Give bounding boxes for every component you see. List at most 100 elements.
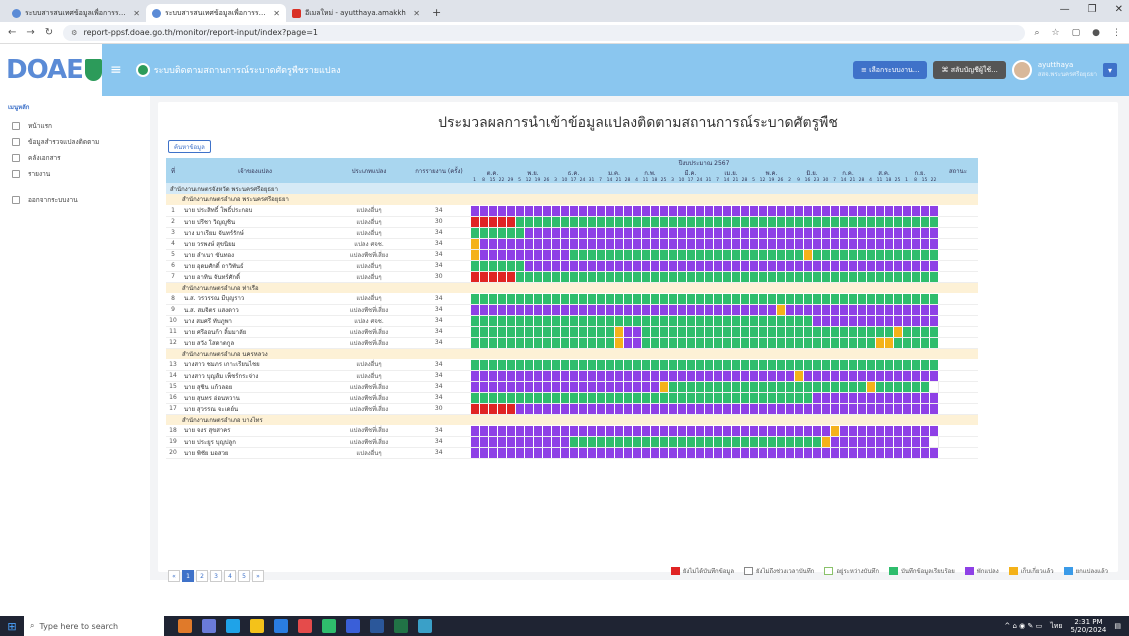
status-cell[interactable] [739, 380, 750, 393]
status-cell[interactable] [505, 446, 516, 459]
status-cell[interactable] [604, 369, 615, 382]
status-cell[interactable] [649, 215, 660, 228]
status-cell[interactable] [829, 204, 840, 217]
status-cell[interactable] [838, 391, 849, 404]
clock[interactable]: 2:31 PM 5/20/2024 [1070, 618, 1106, 634]
status-cell[interactable] [910, 435, 921, 448]
status-cell[interactable] [478, 402, 489, 415]
status-cell[interactable] [784, 303, 795, 316]
status-cell[interactable] [748, 248, 759, 261]
status-cell[interactable] [829, 446, 840, 459]
status-cell[interactable] [586, 380, 597, 393]
status-cell[interactable] [478, 226, 489, 239]
status-cell[interactable] [874, 226, 885, 239]
status-cell[interactable] [505, 314, 516, 327]
status-cell[interactable] [487, 270, 498, 283]
status-cell[interactable] [568, 215, 579, 228]
status-cell[interactable] [505, 259, 516, 272]
status-cell[interactable] [586, 292, 597, 305]
status-cell[interactable] [622, 336, 633, 349]
status-cell[interactable] [568, 380, 579, 393]
table-row[interactable]: 14 นางสาว บุญส้ม เพ็ชร์กระจ่าง แปลงอื่นๆ 34 [166, 369, 978, 382]
status-cell[interactable] [640, 391, 651, 404]
status-cell[interactable] [703, 380, 714, 393]
status-cell[interactable] [910, 336, 921, 349]
status-cell[interactable] [775, 226, 786, 239]
status-cell[interactable] [766, 226, 777, 239]
minimize-icon[interactable]: — [1060, 4, 1070, 15]
status-cell[interactable] [478, 215, 489, 228]
status-cell[interactable] [775, 369, 786, 382]
status-cell[interactable] [928, 215, 939, 228]
status-cell[interactable] [901, 358, 912, 371]
status-cell[interactable] [640, 325, 651, 338]
status-cell[interactable] [496, 292, 507, 305]
status-cell[interactable] [685, 204, 696, 217]
status-cell[interactable] [793, 402, 804, 415]
table-row[interactable]: 16 นาย สุนทร อ่อนหวาน แปลงพืชที่เสี่ยง 34 [166, 391, 978, 404]
status-cell[interactable] [712, 226, 723, 239]
status-cell[interactable] [793, 380, 804, 393]
status-cell[interactable] [793, 215, 804, 228]
status-cell[interactable] [766, 303, 777, 316]
status-cell[interactable] [595, 435, 606, 448]
status-cell[interactable] [676, 226, 687, 239]
status-cell[interactable] [811, 248, 822, 261]
status-cell[interactable] [883, 325, 894, 338]
table-row[interactable]: 2 นาย ปรีชา วิญญูชิน แปลงอื่นๆ 30 [166, 215, 978, 228]
status-cell[interactable] [703, 270, 714, 283]
status-cell[interactable] [559, 424, 570, 437]
status-cell[interactable] [874, 369, 885, 382]
status-cell[interactable] [856, 270, 867, 283]
status-cell[interactable] [874, 402, 885, 415]
status-cell[interactable] [865, 303, 876, 316]
status-cell[interactable] [703, 248, 714, 261]
status-cell[interactable] [802, 215, 813, 228]
status-cell[interactable] [730, 292, 741, 305]
status-cell[interactable] [919, 446, 930, 459]
status-cell[interactable] [766, 358, 777, 371]
status-cell[interactable] [676, 248, 687, 261]
status-cell[interactable] [784, 358, 795, 371]
status-cell[interactable] [478, 424, 489, 437]
status-cell[interactable] [514, 292, 525, 305]
status-cell[interactable] [631, 215, 642, 228]
status-cell[interactable] [730, 314, 741, 327]
status-cell[interactable] [514, 204, 525, 217]
status-cell[interactable] [919, 391, 930, 404]
status-cell[interactable] [739, 402, 750, 415]
status-cell[interactable] [478, 369, 489, 382]
status-cell[interactable] [604, 402, 615, 415]
status-cell[interactable] [559, 270, 570, 283]
close-tab-icon[interactable]: ✕ [273, 9, 280, 18]
status-cell[interactable] [622, 435, 633, 448]
status-cell[interactable] [703, 424, 714, 437]
status-cell[interactable] [919, 237, 930, 250]
status-cell[interactable] [685, 248, 696, 261]
status-cell[interactable] [784, 215, 795, 228]
status-cell[interactable] [658, 358, 669, 371]
status-cell[interactable] [730, 435, 741, 448]
status-cell[interactable] [847, 435, 858, 448]
status-cell[interactable] [559, 237, 570, 250]
status-cell[interactable] [469, 435, 480, 448]
status-cell[interactable] [487, 358, 498, 371]
status-cell[interactable] [559, 325, 570, 338]
status-cell[interactable] [568, 325, 579, 338]
status-cell[interactable] [595, 424, 606, 437]
status-cell[interactable] [739, 391, 750, 404]
status-cell[interactable] [928, 226, 939, 239]
status-cell[interactable] [595, 446, 606, 459]
status-cell[interactable] [523, 435, 534, 448]
status-cell[interactable] [577, 435, 588, 448]
status-cell[interactable] [901, 237, 912, 250]
status-cell[interactable] [568, 402, 579, 415]
select-system-button[interactable]: ≡ เลือกระบบงาน... [853, 61, 928, 79]
taskbar-app-icon[interactable] [178, 619, 192, 633]
status-cell[interactable] [550, 391, 561, 404]
status-cell[interactable] [919, 358, 930, 371]
status-cell[interactable] [883, 215, 894, 228]
status-cell[interactable] [892, 435, 903, 448]
edge-icon[interactable] [226, 619, 240, 633]
status-cell[interactable] [577, 226, 588, 239]
